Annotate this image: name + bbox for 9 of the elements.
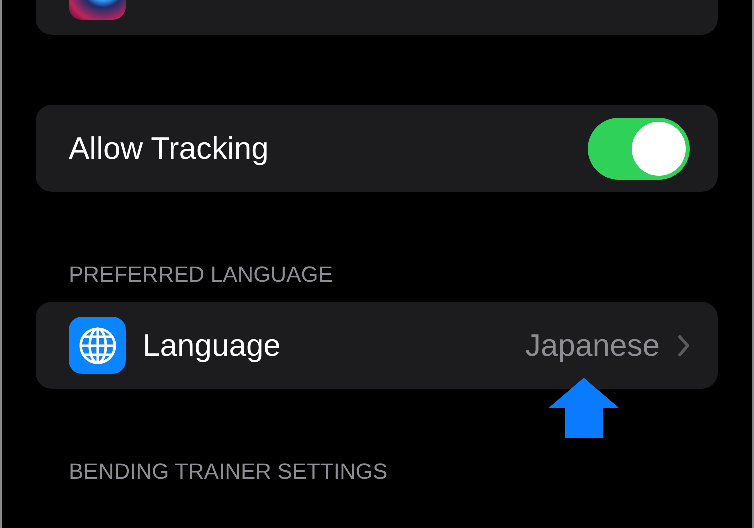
row-value: Japanese [526, 328, 660, 364]
section-header: BENDING TRAINER SETTINGS [68, 459, 389, 486]
settings-row[interactable]: Language Japanese [36, 302, 718, 389]
section-header: PREFERRED LANGUAGE [68, 262, 334, 289]
row-label: Allow Tracking [69, 130, 269, 166]
row-label: Language [143, 328, 281, 364]
globe-icon [69, 317, 126, 374]
arrow-icon [549, 378, 619, 438]
chevron-icon [678, 334, 690, 356]
